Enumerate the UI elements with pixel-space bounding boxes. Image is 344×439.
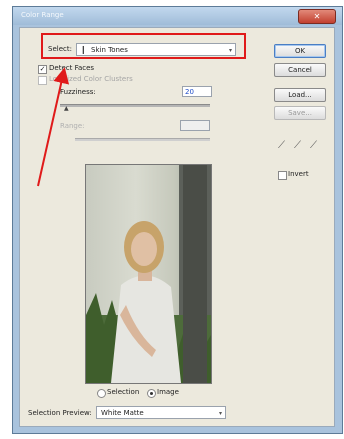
annotation-arrow (37, 67, 70, 187)
